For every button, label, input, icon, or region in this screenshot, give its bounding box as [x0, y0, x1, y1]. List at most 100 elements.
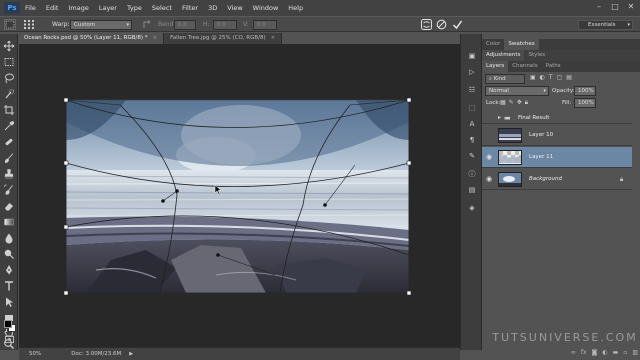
lock-transparent-icon[interactable]: ▦ [500, 99, 506, 108]
menu-filter[interactable]: Filter [177, 4, 203, 12]
brush-tool-icon[interactable] [3, 152, 15, 164]
menu-file[interactable]: File [20, 4, 41, 12]
photoshop-window: Ps File Edit Image Layer Type Select Fil… [0, 0, 640, 360]
type-tool-icon[interactable] [3, 280, 15, 292]
layer-style-icon[interactable]: fx [581, 349, 587, 358]
dodge-tool-icon[interactable] [3, 248, 15, 260]
eye-icon[interactable]: ◉ [485, 175, 493, 183]
tab-paths[interactable]: Paths [542, 61, 565, 72]
layer-row-background[interactable]: ◉ Background 🔒︎ [482, 169, 632, 190]
delete-layer-icon[interactable]: ▥ [632, 349, 638, 358]
tab-ocean-rocks[interactable]: Ocean Rocks.psd @ 50% (Layer 11, RGB/8) … [18, 33, 165, 44]
menu-select[interactable]: Select [147, 4, 177, 12]
link-layers-icon[interactable]: ∞ [571, 349, 576, 358]
menu-edit[interactable]: Edit [41, 4, 64, 12]
menu-layer[interactable]: Layer [94, 4, 122, 12]
menu-view[interactable]: View [222, 4, 247, 12]
crop-tool-icon[interactable] [3, 104, 15, 116]
eye-icon[interactable]: ◉ [485, 153, 493, 161]
close-icon[interactable]: × [153, 35, 158, 41]
add-mask-icon[interactable]: ◙ [592, 349, 598, 358]
info-icon[interactable]: ⓘ [466, 168, 478, 180]
menu-window[interactable]: Window [248, 4, 284, 12]
layer-row-layer-11[interactable]: ◉ Layer 11 [482, 147, 632, 168]
switch-warp-mode-icon[interactable] [420, 18, 433, 31]
new-layer-icon[interactable]: ▫ [623, 349, 627, 358]
shape-filter-icon[interactable]: ▢ [557, 74, 563, 84]
pixel-filter-icon[interactable]: ▣ [530, 74, 536, 84]
tool-preset-button[interactable] [4, 19, 16, 30]
chevron-right-icon[interactable]: ▸ [498, 114, 501, 121]
warp-style-select[interactable]: Custom ▾ [70, 20, 132, 30]
change-orientation-icon[interactable] [142, 20, 152, 30]
close-icon[interactable]: × [271, 35, 276, 41]
minimize-button[interactable]: – [594, 2, 604, 12]
clone-stamp-tool-icon[interactable] [3, 168, 15, 180]
paragraph-icon[interactable]: ¶ [466, 134, 478, 146]
pen-tool-icon[interactable] [3, 264, 15, 276]
maximize-button[interactable]: □ [610, 2, 620, 12]
tab-swatches[interactable]: Swatches [504, 39, 539, 50]
commit-transform-icon[interactable] [452, 19, 463, 30]
opacity-field[interactable]: 100% [574, 86, 596, 96]
close-button[interactable]: ✕ [626, 2, 636, 12]
tab-styles[interactable]: Styles [524, 50, 549, 61]
new-adjustment-icon[interactable]: ◐ [602, 349, 607, 358]
blur-tool-icon[interactable] [3, 232, 15, 244]
tab-layers[interactable]: Layers [482, 61, 509, 72]
history-icon[interactable]: ▣ [466, 50, 478, 62]
lock-pixels-icon[interactable]: ✎ [509, 99, 514, 108]
reference-point-icon[interactable] [23, 19, 35, 30]
status-menu-icon[interactable]: ▶ [129, 351, 133, 357]
bend-label: Bend: [158, 21, 176, 28]
eyedropper-tool-icon[interactable] [3, 120, 15, 132]
v-distortion-field[interactable]: 0.0 [253, 20, 277, 30]
menu-image[interactable]: Image [63, 4, 93, 12]
menu-3d[interactable]: 3D [203, 4, 222, 12]
watermark: TUTSUNIVERSE.COM [492, 331, 638, 344]
warp-mesh[interactable] [60, 95, 416, 299]
tab-label: Ocean Rocks.psd @ 50% (Layer 11, RGB/8) … [24, 35, 148, 41]
gradient-tool-icon[interactable] [3, 216, 15, 228]
h-distortion-field[interactable]: 0.0 [213, 20, 237, 30]
workspace-select[interactable]: Essentials ▾ [578, 20, 633, 30]
character-icon[interactable]: A [466, 118, 478, 130]
lock-all-icon[interactable]: 🔒︎ [525, 99, 528, 108]
tab-color[interactable]: Color [482, 39, 504, 50]
menu-type[interactable]: Type [122, 4, 147, 12]
foreground-color-swatch[interactable] [4, 320, 12, 328]
menu-help[interactable]: Help [283, 4, 308, 12]
navigator-icon[interactable]: ▤ [466, 184, 478, 196]
eraser-tool-icon[interactable] [3, 200, 15, 212]
layer-row-layer-10[interactable]: Layer 10 [482, 125, 632, 146]
history-brush-tool-icon[interactable] [3, 184, 15, 196]
workspace-value: Essentials [588, 22, 616, 28]
layer-group-final-result[interactable]: ▸ ▬ Final Result [482, 112, 632, 124]
quick-selection-tool-icon[interactable] [3, 88, 15, 100]
tab-channels[interactable]: Channels [508, 61, 541, 72]
tab-adjustments[interactable]: Adjustments [482, 50, 525, 61]
adjustments-icon[interactable]: ☷ [466, 84, 478, 96]
healing-brush-tool-icon[interactable] [3, 136, 15, 148]
swatches-icon[interactable]: ⬚ [466, 102, 478, 114]
lock-position-icon[interactable]: ✥ [517, 99, 522, 108]
quick-mask-icon[interactable] [5, 336, 14, 343]
bend-field[interactable]: 0.0 [174, 20, 196, 30]
fill-field[interactable]: 100% [574, 98, 596, 108]
path-selection-tool-icon[interactable] [3, 296, 15, 308]
actions-icon[interactable]: ▷ [466, 66, 478, 78]
move-tool-icon[interactable] [3, 40, 15, 52]
marquee-tool-icon[interactable] [3, 56, 15, 68]
smart-object-filter-icon[interactable]: ▤ [566, 74, 572, 84]
type-filter-icon[interactable]: T [549, 74, 553, 84]
layer-filter-select[interactable]: ⌕ Kind [485, 74, 525, 84]
3d-icon[interactable]: ◈ [466, 202, 478, 214]
brush-presets-icon[interactable]: ✎ [466, 150, 478, 162]
zoom-level[interactable]: 50% [29, 351, 41, 357]
blend-mode-select[interactable]: Normal ▾ [485, 86, 549, 96]
new-group-icon[interactable]: ▬ [613, 349, 619, 358]
adjustment-filter-icon[interactable]: ◐ [540, 74, 545, 84]
cancel-transform-icon[interactable] [436, 19, 447, 30]
tab-fallen-tree[interactable]: Fallen Tree.jpg @ 25% (CO, RGB/8) × [164, 33, 283, 44]
lasso-tool-icon[interactable] [3, 72, 15, 84]
